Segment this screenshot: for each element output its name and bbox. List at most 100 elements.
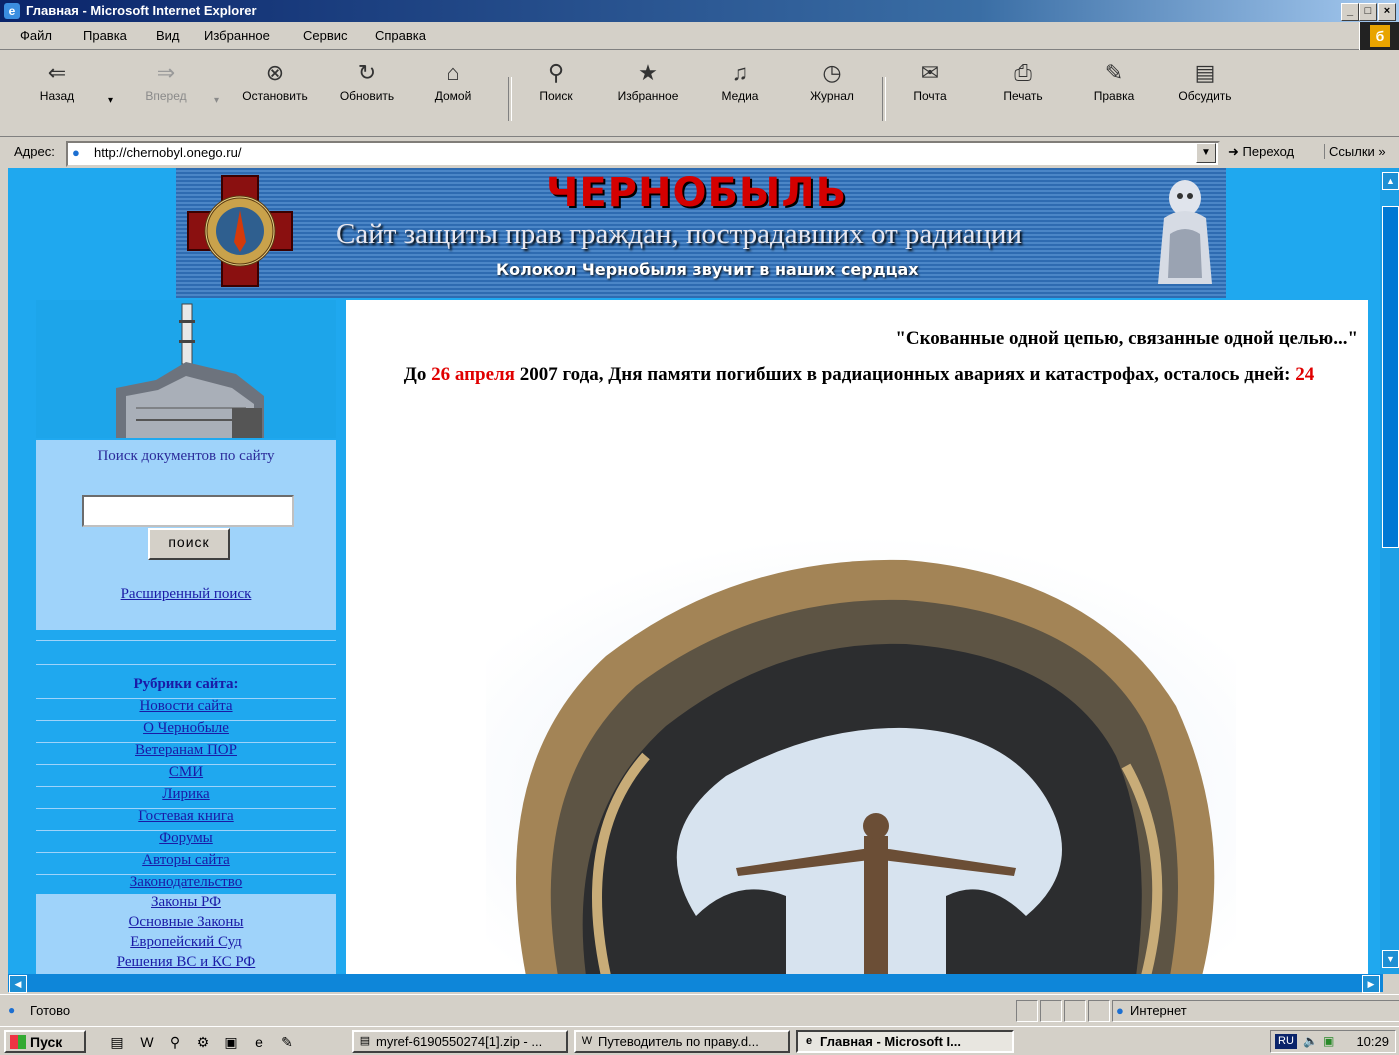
basic-laws-link[interactable]: Основные Законы [36,914,336,931]
vertical-scroll-thumb[interactable] [1382,206,1399,548]
back-dropdown-icon[interactable]: ▾ [108,95,113,106]
forward-button[interactable]: ⇒ Вперед [136,59,196,103]
scroll-up-icon[interactable]: ▲ [1382,172,1399,190]
links-button[interactable]: Ссылки » [1324,144,1386,159]
back-button[interactable]: ⇐ Назад [30,59,84,103]
search-icon: ⚲ [547,60,565,85]
stop-button[interactable]: ⊗ Остановить [232,59,318,103]
menu-edit[interactable]: Правка [83,28,127,43]
back-arrow-icon: ⇐ [47,60,67,85]
laws-rf-link[interactable]: Законы РФ [36,894,336,911]
rubric-news-link[interactable]: Новости сайта [36,698,336,715]
days-remaining: 24 [1295,364,1315,385]
print-button[interactable]: ⎙ Печать [994,59,1052,103]
toolbar-separator [882,77,886,121]
rubric-veterans-link[interactable]: Ветеранам ПОР [36,742,336,759]
site-rubrics: Рубрики сайта: Новости сайта О Чернобыле… [36,640,336,974]
page-icon: ● [72,145,80,160]
address-input[interactable]: ● http://chernobyl.onego.ru/ [66,141,1220,167]
toolbar-separator [508,77,512,121]
page-viewport: ЧЕРНОБЫЛЬ Сайт защиты прав граждан, пост… [8,168,1383,974]
stop-icon: ⊗ [265,60,285,85]
advanced-search-link[interactable]: Расширенный поиск [36,586,336,603]
discuss-button[interactable]: ▤ Обсудить [1168,59,1242,103]
divider [36,640,336,641]
address-url[interactable]: http://chernobyl.onego.ru/ [94,145,241,160]
zone-text: Интернет [1130,1003,1187,1018]
desktop-quicklaunch-icon[interactable]: ▤ [108,1033,126,1051]
language-indicator[interactable]: RU [1275,1034,1297,1049]
history-button[interactable]: ◷ Журнал [800,59,864,103]
folder-quicklaunch-icon[interactable]: ▣ [222,1033,240,1051]
site-search-button[interactable]: поиск [148,528,230,560]
site-search-input[interactable] [82,495,294,527]
tool-quicklaunch-icon[interactable]: ✎ [278,1033,296,1051]
rubric-authors-link[interactable]: Авторы сайта [36,852,336,869]
search-button[interactable]: ⚲ Поиск [530,59,582,103]
start-button[interactable]: Пуск [4,1030,86,1053]
ie-icon: e [4,3,20,19]
maximize-button[interactable]: □ [1359,3,1377,21]
scroll-down-icon[interactable]: ▼ [1382,950,1399,968]
taskbar-item-zip[interactable]: ▤ myref-6190550274[1].zip - ... [352,1030,568,1053]
rubric-legislation-link[interactable]: Законодательство [36,874,336,891]
internet-zone-icon: ● [1116,1003,1124,1018]
close-button[interactable]: × [1378,3,1396,21]
european-court-link[interactable]: Европейский Суд [36,934,336,951]
rubric-chernobyl-link[interactable]: О Чернобыле [36,720,336,737]
status-panel [1064,1000,1086,1022]
discuss-icon: ▤ [1194,60,1216,85]
media-button[interactable]: ♫ Медиа [712,59,768,103]
edit-button[interactable]: ✎ Правка [1084,59,1144,103]
word-quicklaunch-icon[interactable]: W [138,1033,156,1051]
mail-button[interactable]: ✉ Почта [900,59,960,103]
home-button[interactable]: ⌂ Домой [428,59,478,103]
go-button[interactable]: ➜ Переход [1228,144,1294,160]
media-icon: ♫ [731,60,749,85]
menu-file[interactable]: Файл [20,28,52,43]
status-text: Готово [30,1003,71,1018]
menu-favorites[interactable]: Избранное [204,28,270,43]
search-title: Поиск документов по сайту [97,448,275,464]
vertical-scrollbar[interactable]: ▲ ▼ [1380,168,1399,974]
menu-help[interactable]: Справка [375,28,426,43]
word-doc-icon: W [581,1035,593,1047]
chernobyl-emblem-logo [187,175,293,287]
taskbar-item-ie[interactable]: e Главная - Microsoft I... [796,1030,1014,1053]
divider [36,664,336,665]
app-quicklaunch-icon[interactable]: ⚙ [194,1033,212,1051]
windows-flag-icon [10,1035,26,1049]
horizontal-scrollbar[interactable]: ◀ ▶ [8,974,1383,993]
system-tray: RU 🔈 ▣ 10:29 [1270,1030,1396,1053]
address-dropdown-icon[interactable]: ▼ [1196,143,1216,163]
power-plant-image [36,300,336,438]
memorial-date: 26 апреля [431,364,515,385]
address-bar: Адрес: ● http://chernobyl.onego.ru/ ▼ ➜ … [0,138,1399,167]
window-title-bar: e Главная - Microsoft Internet Explorer … [0,0,1399,22]
taskbar-item-word-doc[interactable]: W Путеводитель по праву.d... [574,1030,790,1053]
status-panel [1088,1000,1110,1022]
supreme-court-decisions-link[interactable]: Решения ВС и КС РФ [36,954,336,971]
clock: 10:29 [1356,1034,1389,1049]
menu-tools[interactable]: Сервис [303,28,348,43]
rubric-media-link[interactable]: СМИ [36,764,336,781]
scroll-right-icon[interactable]: ▶ [1362,975,1380,993]
network-icon[interactable]: ▣ [1323,1034,1334,1048]
history-icon: ◷ [822,60,842,85]
menu-bar: Файл Правка Вид Избранное Сервис Справка… [0,22,1399,50]
taskbar: Пуск ▤ W ⚲ ⚙ ▣ e ✎ ▤ myref-6190550274[1].… [0,1026,1399,1055]
archive-icon: ▤ [359,1035,371,1047]
refresh-button[interactable]: ↻ Обновить [332,59,402,103]
minimize-button[interactable]: _ [1341,3,1359,21]
forward-dropdown-icon[interactable]: ▾ [214,95,219,106]
ie-quicklaunch-icon[interactable]: e [250,1033,268,1051]
scroll-left-icon[interactable]: ◀ [9,975,27,993]
rubric-forums-link[interactable]: Форумы [36,830,336,847]
rubric-lyrics-link[interactable]: Лирика [36,786,336,803]
volume-icon[interactable]: 🔈 [1303,1034,1318,1048]
menu-view[interactable]: Вид [156,28,180,43]
search-quicklaunch-icon[interactable]: ⚲ [166,1033,184,1051]
main-content: "Скованные одной цепью, связанные одной … [346,300,1368,974]
rubric-guestbook-link[interactable]: Гостевая книга [36,808,336,825]
favorites-button[interactable]: ★ Избранное [606,59,690,103]
